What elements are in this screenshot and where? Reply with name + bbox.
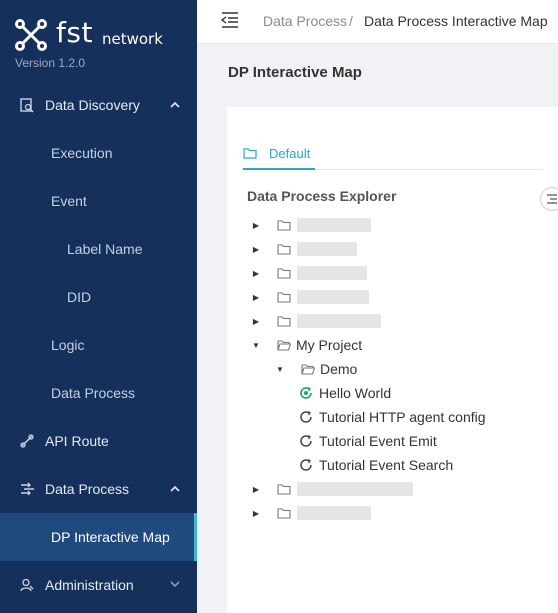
caret-right-icon[interactable]: ▶	[251, 292, 261, 302]
page-title: DP Interactive Map	[228, 64, 362, 81]
tree-node-redacted[interactable]: ▶	[251, 477, 531, 501]
sidebar-item-event[interactable]: Event	[0, 177, 197, 225]
tree-node-redacted[interactable]: ▶	[251, 285, 531, 309]
caret-down-icon[interactable]: ▼	[275, 364, 285, 374]
tree-node-my-project[interactable]: ▼ My Project	[251, 333, 531, 357]
redacted-label	[297, 314, 381, 328]
sidebar-item-label-name[interactable]: Label Name	[0, 225, 197, 273]
nav-administration[interactable]: Administration	[0, 561, 197, 609]
tree-node-redacted[interactable]: ▶	[251, 309, 531, 333]
sidebar-item-label: Event	[51, 193, 87, 209]
folder-open-icon	[301, 364, 315, 375]
tree-node-label: My Project	[296, 337, 363, 353]
nav-data-process[interactable]: Data Process	[0, 465, 197, 513]
sidebar-item-label: DID	[67, 289, 92, 305]
sidebar-item-execution[interactable]: Execution	[0, 129, 197, 177]
folder-icon	[277, 220, 291, 231]
explorer-title: Data Process Explorer	[247, 188, 397, 204]
folder-open-icon	[277, 340, 291, 351]
explorer-card: Default Data Process Explorer ▶ ▶ ▶ ▶ ▶ …	[227, 107, 558, 613]
menu-fold-icon[interactable]	[220, 12, 239, 28]
redacted-label	[297, 218, 371, 232]
sidebar-item-label: DP Interactive Map	[51, 529, 170, 545]
running-status-icon	[300, 386, 312, 399]
sync-icon	[300, 434, 312, 447]
nav-api-route[interactable]: API Route	[0, 417, 197, 465]
caret-right-icon[interactable]: ▶	[251, 484, 261, 494]
collapse-panel-button[interactable]	[540, 187, 558, 211]
folder-icon	[277, 316, 291, 327]
tab-default[interactable]: Default	[243, 137, 310, 169]
redacted-label	[297, 506, 371, 520]
tree-node-label: Tutorial Event Search	[319, 457, 454, 473]
data-process-icon	[19, 481, 35, 497]
caret-down-icon[interactable]: ▼	[251, 340, 261, 350]
folder-icon	[277, 268, 291, 279]
chevron-down-icon	[170, 579, 180, 591]
folder-icon	[277, 292, 291, 303]
caret-right-icon[interactable]: ▶	[251, 316, 261, 326]
tree-node-redacted[interactable]: ▶	[251, 237, 531, 261]
logo-icon	[15, 19, 47, 51]
breadcrumb-data-process[interactable]: Data Process	[263, 13, 347, 29]
tree-node-redacted[interactable]: ▶	[251, 213, 531, 237]
data-discovery-icon	[19, 97, 35, 113]
folder-icon	[277, 508, 291, 519]
sidebar-item-did[interactable]: DID	[0, 273, 197, 321]
redacted-label	[297, 266, 367, 280]
administration-icon	[19, 577, 35, 593]
breadcrumb-current: Data Process Interactive Map	[364, 13, 548, 29]
tab-label: Default	[269, 145, 311, 161]
sidebar-item-data-process-sub[interactable]: Data Process	[0, 369, 197, 417]
caret-right-icon[interactable]: ▶	[251, 220, 261, 230]
nav-label: API Route	[45, 433, 109, 449]
sidebar-item-label: Logic	[51, 337, 85, 353]
tree-leaf-tutorial-event-search[interactable]: Tutorial Event Search	[299, 453, 531, 477]
sync-icon	[300, 458, 312, 471]
tree-leaf-tutorial-http[interactable]: Tutorial HTTP agent config	[299, 405, 531, 429]
nav-data-discovery[interactable]: Data Discovery	[0, 81, 197, 129]
chevron-up-icon	[170, 99, 180, 111]
sidebar-item-label: Label Name	[67, 241, 143, 257]
menu-fold-icon	[547, 194, 557, 204]
tree-node-redacted[interactable]: ▶	[251, 501, 531, 525]
caret-right-icon[interactable]: ▶	[251, 244, 261, 254]
sidebar: fst network Version 1.2.0 Data Discovery…	[0, 0, 197, 613]
tree-node-label: Tutorial Event Emit	[319, 433, 437, 449]
caret-right-icon[interactable]: ▶	[251, 268, 261, 278]
redacted-label	[297, 290, 369, 304]
tree-node-demo[interactable]: ▼ Demo	[275, 357, 531, 381]
nav-label: Administration	[45, 577, 134, 593]
sidebar-item-dp-interactive-map[interactable]: DP Interactive Map	[0, 513, 197, 561]
tree-node-label: Tutorial HTTP agent config	[319, 409, 486, 425]
api-route-icon	[19, 433, 35, 449]
tree-leaf-hello-world[interactable]: Hello World	[299, 381, 531, 405]
folder-icon	[277, 484, 291, 495]
logo-subtext: network	[102, 30, 163, 48]
logo-text: fst	[56, 16, 93, 49]
redacted-label	[297, 482, 413, 496]
folder-icon	[243, 148, 257, 159]
nav-label: Data Discovery	[45, 97, 140, 113]
redacted-label	[297, 242, 357, 256]
sidebar-item-logic[interactable]: Logic	[0, 321, 197, 369]
nav-label: Data Process	[45, 481, 130, 497]
tree-node-label: Hello World	[319, 385, 392, 401]
chevron-up-icon	[170, 483, 180, 495]
top-header: Data Process / Data Process Interactive …	[197, 0, 558, 44]
folder-icon	[277, 244, 291, 255]
sidebar-item-label: Data Process	[51, 385, 136, 401]
logo: fst network	[14, 16, 184, 56]
tab-active-indicator	[243, 168, 315, 170]
tree-leaf-tutorial-event-emit[interactable]: Tutorial Event Emit	[299, 429, 531, 453]
breadcrumb-separator: /	[349, 13, 353, 29]
caret-right-icon[interactable]: ▶	[251, 508, 261, 518]
sync-icon	[300, 410, 312, 423]
version-label: Version 1.2.0	[15, 56, 86, 70]
tree-node-redacted[interactable]: ▶	[251, 261, 531, 285]
tree-node-label: Demo	[320, 361, 358, 377]
sidebar-item-label: Execution	[51, 145, 113, 161]
